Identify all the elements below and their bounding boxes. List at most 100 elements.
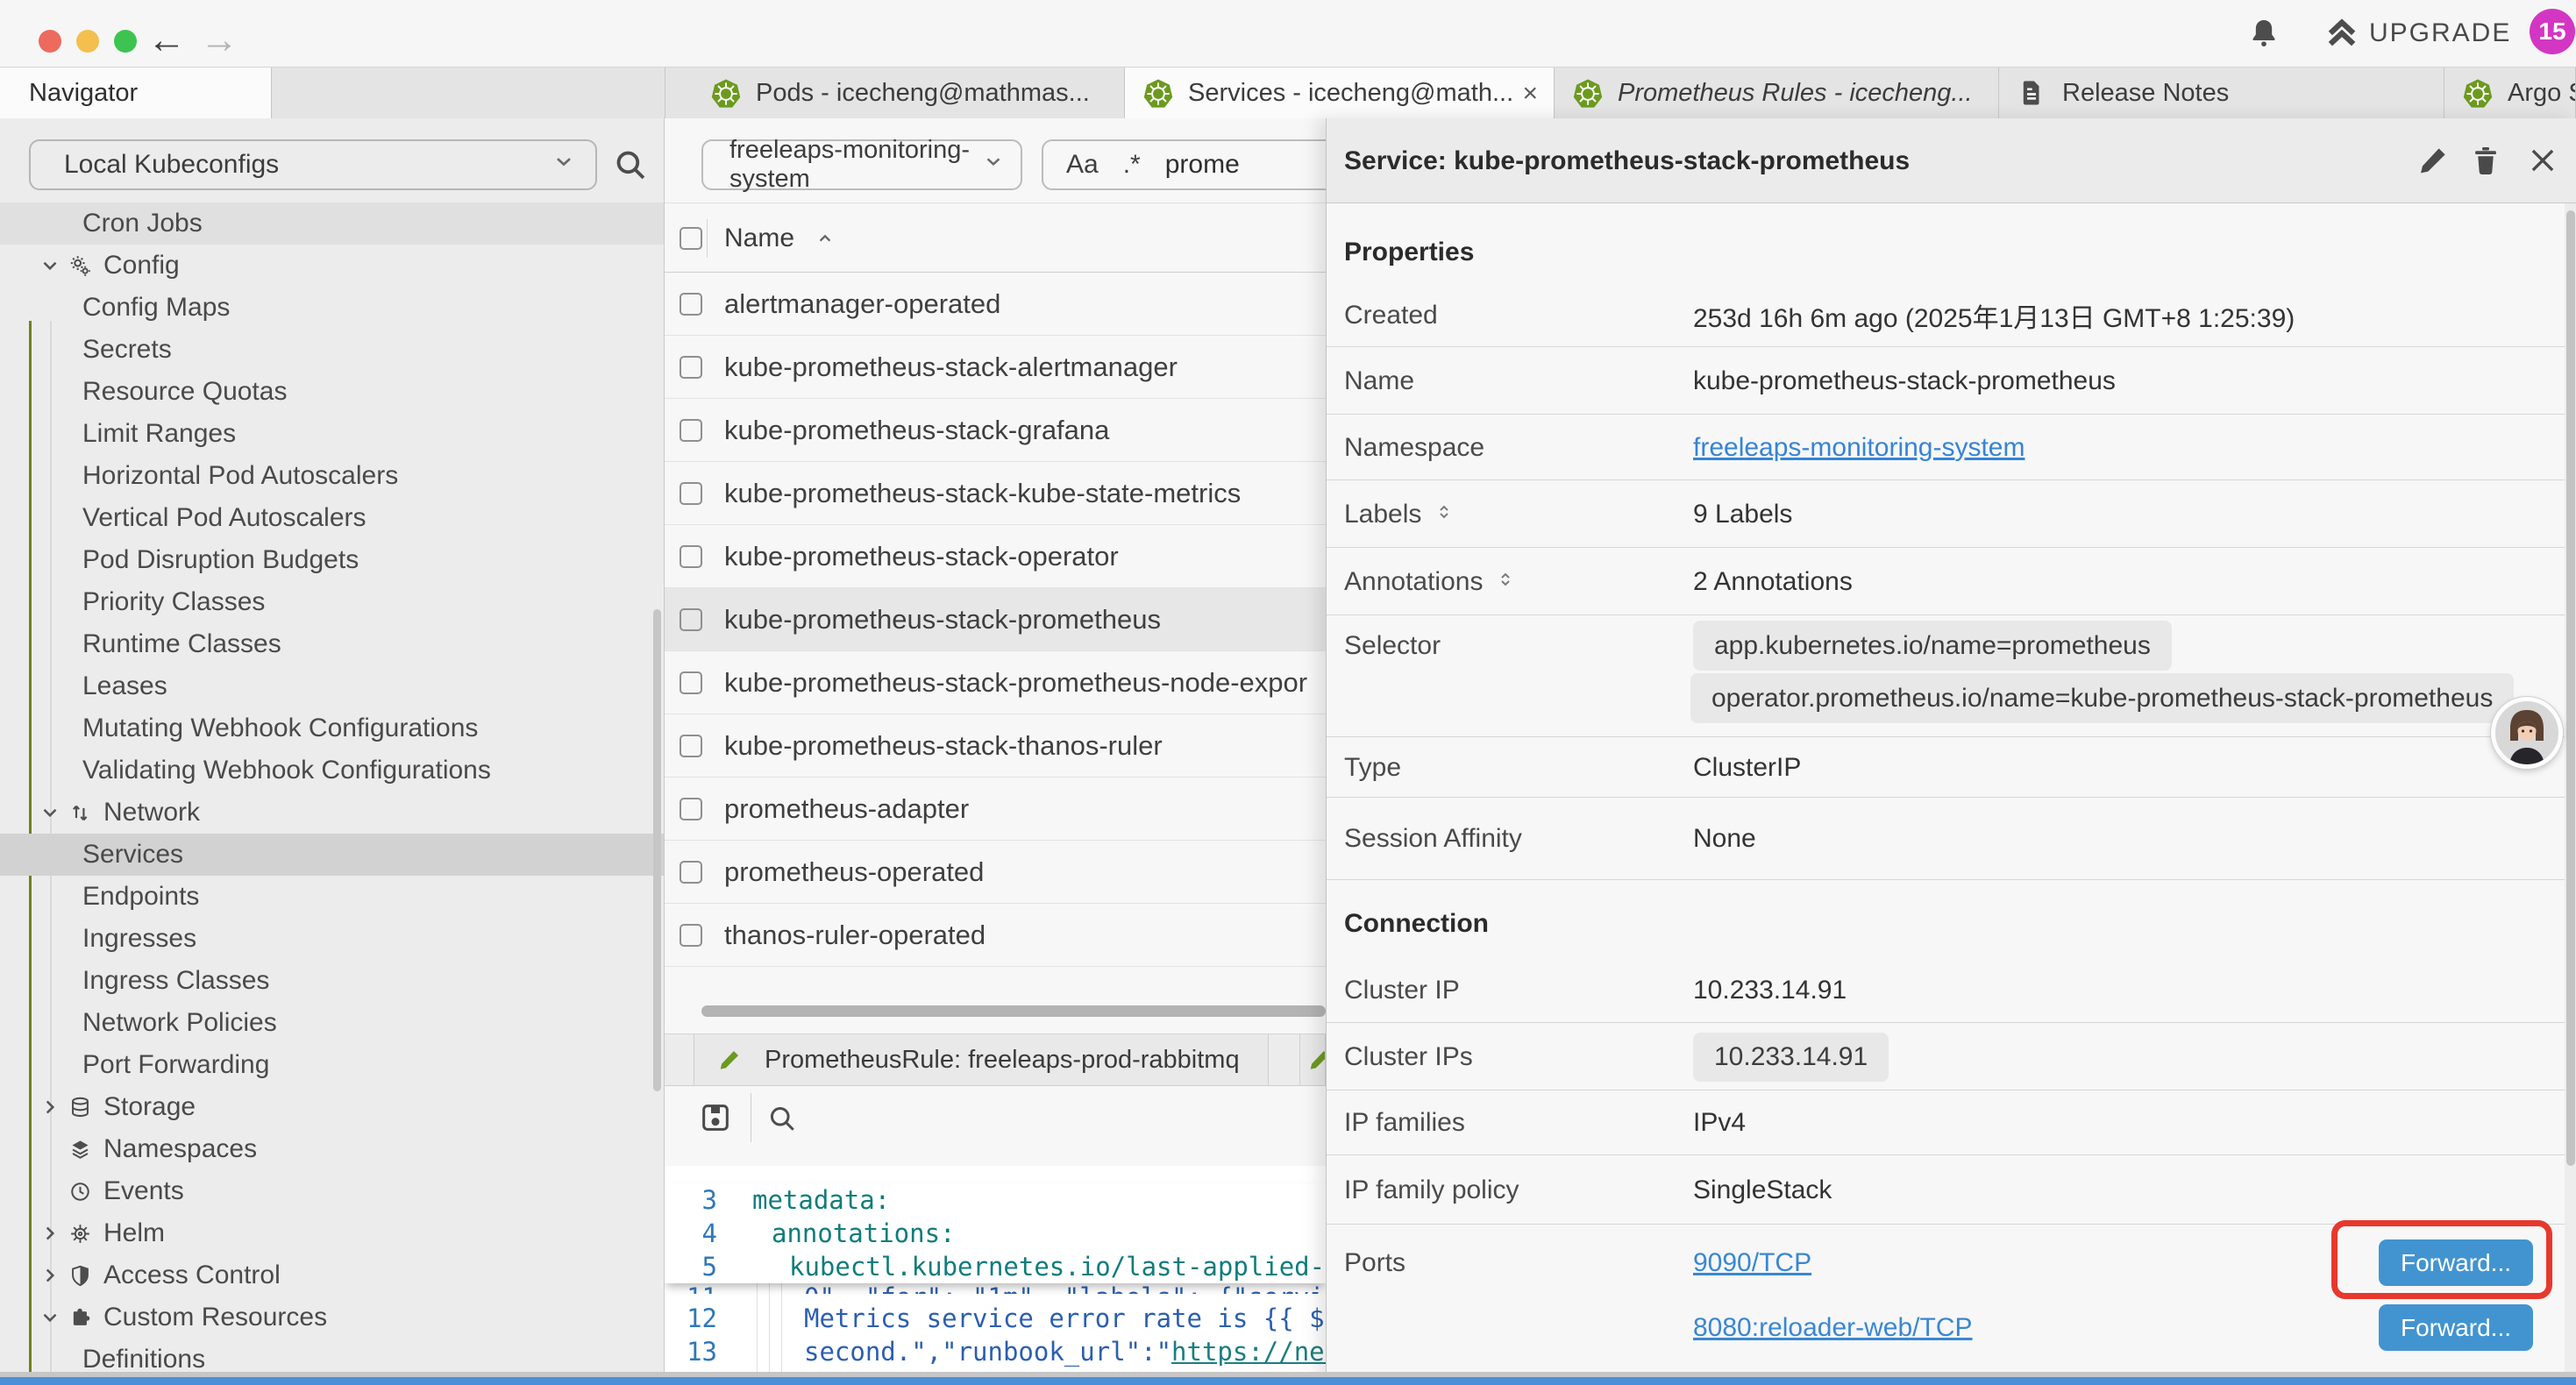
chevron-down-icon[interactable] (39, 801, 61, 824)
horizontal-scrollbar[interactable] (701, 1005, 1326, 1017)
name-column-header[interactable]: Name (724, 203, 836, 273)
back-icon[interactable]: ← (147, 21, 186, 60)
window-zoom-button[interactable] (114, 30, 137, 53)
upgrade-label[interactable]: UPGRADE (2369, 18, 2511, 48)
table-row[interactable]: kube-prometheus-stack-prometheus-node-ex… (665, 651, 1326, 714)
sidebar-item-priority-classes[interactable]: Priority Classes (0, 581, 664, 623)
sidebar-item-events[interactable]: Events (0, 1170, 664, 1212)
sidebar-item-runtime-classes[interactable]: Runtime Classes (0, 623, 664, 665)
sidebar-item-horizontal-pod-autoscalers[interactable]: Horizontal Pod Autoscalers (0, 455, 664, 497)
sidebar-item-config[interactable]: Config (0, 245, 664, 287)
indent-guide (769, 1283, 770, 1376)
notification-badge[interactable]: 15 (2530, 9, 2575, 54)
regex-toggle[interactable]: .* (1123, 150, 1141, 180)
table-row[interactable]: kube-prometheus-stack-thanos-ruler (665, 714, 1326, 778)
assistant-avatar[interactable] (2491, 697, 2563, 769)
sidebar-item-access-control[interactable]: Access Control (0, 1254, 664, 1296)
table-row[interactable]: kube-prometheus-stack-kube-state-metrics (665, 462, 1326, 525)
detail-label: Labels (1344, 481, 1455, 547)
edit-icon[interactable] (2416, 144, 2450, 177)
sort-rows-icon[interactable] (1495, 567, 1516, 597)
port-link[interactable]: 8080:reloader-web/TCP (1693, 1313, 1973, 1343)
table-row[interactable]: kube-prometheus-stack-prometheus (665, 588, 1326, 651)
table-row[interactable]: kube-prometheus-stack-operator (665, 525, 1326, 588)
chevron-right-icon[interactable] (39, 1264, 61, 1287)
tab-release-notes[interactable]: Release Notes (1999, 67, 2444, 119)
sidebar-search-icon[interactable] (612, 146, 649, 183)
navigator-tab[interactable]: Navigator (0, 67, 272, 119)
sidebar-item-leases[interactable]: Leases (0, 665, 664, 707)
tab-prometheus-rules-icecheng[interactable]: Prometheus Rules - icecheng... (1555, 67, 1999, 119)
forward-icon[interactable]: → (200, 21, 238, 60)
close-icon[interactable] (2526, 144, 2559, 177)
row-checkbox[interactable] (680, 671, 702, 694)
chevron-down-icon[interactable] (39, 1306, 61, 1329)
table-row[interactable]: alertmanager-operated (665, 273, 1326, 336)
sidebar-item-custom-resources[interactable]: Custom Resources (0, 1296, 664, 1339)
namespace-dropdown[interactable]: freeleaps-monitoring-system (701, 139, 1022, 190)
delete-icon[interactable] (2469, 144, 2502, 177)
tab-argo-se[interactable]: Argo Se (2444, 67, 2576, 119)
sidebar-item-endpoints[interactable]: Endpoints (0, 876, 664, 918)
tab-services-icecheng-math[interactable]: Services - icecheng@math...× (1125, 67, 1555, 119)
row-checkbox[interactable] (680, 545, 702, 568)
editor-tab-partial[interactable] (1299, 1034, 1326, 1085)
table-row[interactable]: kube-prometheus-stack-grafana (665, 399, 1326, 462)
window-close-button[interactable] (39, 30, 61, 53)
chevron-right-icon[interactable] (39, 1222, 61, 1245)
sidebar-item-port-forwarding[interactable]: Port Forwarding (0, 1044, 664, 1086)
sidebar-item-network[interactable]: Network (0, 792, 664, 834)
sidebar-item-limit-ranges[interactable]: Limit Ranges (0, 413, 664, 455)
table-row[interactable]: prometheus-adapter (665, 778, 1326, 841)
sidebar-item-ingresses[interactable]: Ingresses (0, 918, 664, 960)
editor-search-icon[interactable] (766, 1103, 798, 1139)
row-checkbox[interactable] (680, 608, 702, 631)
sidebar-item-vertical-pod-autoscalers[interactable]: Vertical Pod Autoscalers (0, 497, 664, 539)
sidebar-item-mutating-webhook-configurations[interactable]: Mutating Webhook Configurations (0, 707, 664, 749)
forward-button[interactable]: Forward... (2379, 1304, 2533, 1351)
row-checkbox[interactable] (680, 735, 702, 757)
sidebar-item-storage[interactable]: Storage (0, 1086, 664, 1128)
yaml-editor[interactable]: 110", "for": "1m", "labels": {"service":… (665, 1166, 1326, 1376)
tab-pods-icecheng-mathmas[interactable]: Pods - icecheng@mathmas... (693, 67, 1125, 119)
kubeconfig-dropdown[interactable]: Local Kubeconfigs (29, 139, 597, 190)
row-checkbox[interactable] (680, 356, 702, 379)
sidebar-item-resource-quotas[interactable]: Resource Quotas (0, 371, 664, 413)
sort-rows-icon[interactable] (1434, 500, 1455, 529)
filter-input[interactable]: Aa .* prome (1042, 139, 1326, 190)
sidebar-item-helm[interactable]: Helm (0, 1212, 664, 1254)
bell-icon[interactable] (2246, 16, 2281, 51)
row-checkbox[interactable] (680, 482, 702, 505)
sidebar-item-ingress-classes[interactable]: Ingress Classes (0, 960, 664, 1002)
window-minimize-button[interactable] (76, 30, 99, 53)
sidebar-item-namespaces[interactable]: Namespaces (0, 1128, 664, 1170)
sidebar-item-pod-disruption-budgets[interactable]: Pod Disruption Budgets (0, 539, 664, 581)
sidebar-item-validating-webhook-configurations[interactable]: Validating Webhook Configurations (0, 749, 664, 792)
close-tab-icon[interactable]: × (1522, 79, 1538, 109)
chevron-right-icon[interactable] (39, 1096, 61, 1119)
sidebar-item-cron-jobs[interactable]: Cron Jobs (0, 202, 664, 245)
row-checkbox[interactable] (680, 798, 702, 820)
sort-ascending-icon[interactable] (814, 227, 836, 250)
row-checkbox[interactable] (680, 924, 702, 947)
sidebar-item-network-policies[interactable]: Network Policies (0, 1002, 664, 1044)
upgrade-icon[interactable] (2323, 14, 2360, 51)
row-checkbox[interactable] (680, 419, 702, 442)
table-row[interactable]: thanos-ruler-operated (665, 904, 1326, 967)
save-icon[interactable] (698, 1100, 733, 1140)
editor-tab-prometheusrule[interactable]: PrometheusRule: freeleaps-prod-rabbitmq (694, 1034, 1269, 1085)
row-checkbox[interactable] (680, 861, 702, 884)
match-case-toggle[interactable]: Aa (1066, 150, 1099, 180)
table-row[interactable]: prometheus-operated (665, 841, 1326, 904)
chevron-down-icon[interactable] (39, 254, 61, 277)
table-row[interactable]: kube-prometheus-stack-alertmanager (665, 336, 1326, 399)
sidebar-item-secrets[interactable]: Secrets (0, 329, 664, 371)
sidebar-item-services[interactable]: Services (0, 834, 664, 876)
port-link[interactable]: 9090/TCP (1693, 1248, 1811, 1278)
sidebar-scrollbar[interactable] (653, 609, 661, 1091)
namespace-link[interactable]: freeleaps-monitoring-system (1693, 433, 2025, 463)
select-all-checkbox[interactable] (680, 227, 702, 250)
row-checkbox[interactable] (680, 293, 702, 316)
sidebar-item-config-maps[interactable]: Config Maps (0, 287, 664, 329)
detail-scrollbar-thumb[interactable] (2566, 210, 2575, 1166)
